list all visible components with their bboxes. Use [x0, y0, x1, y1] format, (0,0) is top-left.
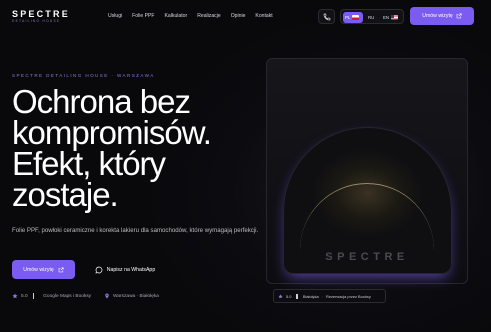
- location-text: Warszawa · Białołęka: [113, 293, 159, 299]
- lang-ru-button[interactable]: RU: [366, 12, 378, 23]
- lang-pl-button[interactable]: PL: [343, 12, 363, 23]
- phone-icon: [323, 13, 331, 21]
- book-visit-header-label: Umów wizytę: [422, 13, 453, 19]
- rating-info: 5.0 Google Maps i Booksy: [12, 293, 91, 299]
- flag-en-icon: [391, 15, 399, 20]
- whatsapp-button[interactable]: Napisz na WhatsApp: [84, 260, 166, 279]
- rating-source: Google Maps i Booksy: [43, 293, 92, 299]
- rating-value: 5.0: [21, 293, 28, 299]
- hero-eyebrow: SPECTRE DETAILING HOUSE · WARSZAWA: [12, 73, 155, 78]
- external-link-icon: [456, 13, 462, 19]
- location-pin-icon: [104, 293, 110, 299]
- status-booking: Rezerwacja przez Booksy: [326, 293, 371, 299]
- headline-line-4: zostaje.: [12, 176, 119, 213]
- book-visit-button[interactable]: Umów wizytę: [12, 260, 75, 279]
- phone-button[interactable]: [318, 9, 335, 24]
- external-link-icon: [58, 266, 64, 273]
- star-icon: [278, 293, 283, 299]
- whatsapp-label: Napisz na WhatsApp: [106, 266, 156, 273]
- nav-item-folie-ppf[interactable]: Folie PPF: [132, 13, 154, 19]
- status-bar: 5.0 Białołęka · Rezerwacja przez Booksy: [273, 289, 386, 303]
- status-dot: ·: [321, 293, 324, 299]
- nav-item-kontakt[interactable]: Kontakt: [255, 13, 272, 19]
- nav-item-kalkulator[interactable]: Kalkulator: [165, 13, 188, 19]
- nav-item-realizacje[interactable]: Realizacje: [197, 13, 221, 19]
- hero-description: Folie PPF, powłoki ceramiczne i korekta …: [12, 227, 259, 234]
- logo-subtitle: DETAILING HOUSE: [12, 19, 61, 23]
- flag-pl-icon: [352, 15, 360, 20]
- main-nav: Usługi Folie PPF Kalkulator Realizacje O…: [108, 13, 283, 19]
- location-info: Warszawa · Białołęka: [104, 293, 159, 299]
- rating-separator: [32, 293, 35, 299]
- lang-pl-label: PL: [345, 15, 351, 20]
- headline-line-2: kompromisów.: [12, 114, 212, 151]
- nav-item-uslugi[interactable]: Usługi: [108, 13, 122, 19]
- card-logo: SPECTRE: [325, 251, 409, 263]
- lang-ru-label: RU: [368, 15, 375, 20]
- headline-line-3: Efekt, który: [12, 145, 166, 182]
- book-visit-label: Umów wizytę: [23, 266, 54, 273]
- book-visit-header-button[interactable]: Umów wizytę: [410, 7, 474, 25]
- status-rating: 5.0: [286, 293, 292, 299]
- status-separator: [296, 293, 298, 299]
- nav-item-opinie[interactable]: Opinie: [231, 13, 246, 19]
- star-icon: [12, 293, 18, 299]
- headline-line-1: Ochrona bez: [12, 83, 191, 120]
- hero-headline: Ochrona bez kompromisów. Efekt, który zo…: [12, 83, 272, 213]
- language-switcher: PL RU EN: [340, 9, 404, 24]
- lang-en-label: EN: [383, 15, 390, 20]
- lang-en-button[interactable]: EN: [381, 12, 403, 23]
- logo[interactable]: SPECTRE: [12, 9, 70, 19]
- whatsapp-icon: [95, 266, 103, 274]
- status-location: Białołęka: [302, 293, 319, 299]
